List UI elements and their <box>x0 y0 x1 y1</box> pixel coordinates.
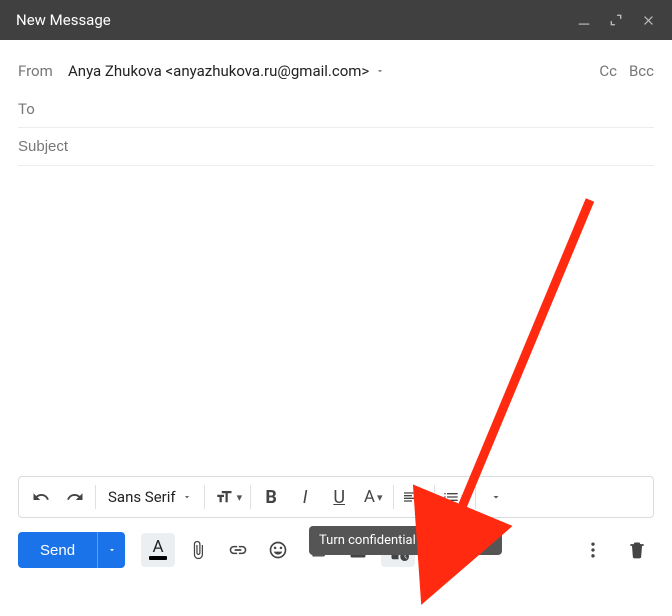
paperclip-icon <box>188 540 208 560</box>
message-body[interactable] <box>0 166 672 476</box>
italic-button[interactable]: I <box>289 481 321 513</box>
font-selector[interactable]: Sans Serif <box>100 488 200 506</box>
titlebar-controls <box>577 13 656 28</box>
align-button[interactable]: ▾ <box>398 481 430 513</box>
attach-file-button[interactable] <box>181 533 215 567</box>
discard-draft-button[interactable] <box>620 533 654 567</box>
subject-row[interactable] <box>18 128 654 166</box>
emoji-icon <box>268 540 288 560</box>
more-options-button[interactable] <box>576 533 610 567</box>
formatting-toolbar: Sans Serif ▾ B I U A▾ ▾ ▾ Turn confident… <box>18 476 654 518</box>
compose-titlebar: New Message <box>0 0 672 40</box>
more-vert-icon <box>583 540 603 560</box>
send-options-button[interactable] <box>97 532 125 568</box>
chevron-down-icon <box>490 491 502 503</box>
from-value[interactable]: Anya Zhukova <anyazhukova.ru@gmail.com> <box>68 62 385 80</box>
bcc-button[interactable]: Bcc <box>629 62 654 80</box>
expand-icon[interactable] <box>609 13 623 27</box>
compose-title: New Message <box>16 11 111 29</box>
text-color-button[interactable]: A▾ <box>357 481 389 513</box>
from-label: From <box>18 62 60 80</box>
minimize-icon[interactable] <box>577 13 591 27</box>
chevron-down-icon <box>375 66 385 76</box>
insert-emoji-button[interactable] <box>261 533 295 567</box>
more-formatting-button[interactable] <box>480 481 512 513</box>
link-icon <box>228 540 248 560</box>
insert-link-button[interactable] <box>221 533 255 567</box>
trash-icon <box>627 540 647 560</box>
to-input[interactable] <box>68 100 654 117</box>
underline-button[interactable]: U <box>323 481 355 513</box>
redo-button[interactable] <box>59 481 91 513</box>
formatting-toggle[interactable]: A <box>141 533 175 567</box>
cc-button[interactable]: Cc <box>599 62 617 80</box>
bold-button[interactable]: B <box>255 481 287 513</box>
to-label: To <box>18 100 60 118</box>
font-size-button[interactable]: ▾ <box>209 481 247 513</box>
chevron-down-icon <box>107 545 117 555</box>
list-button[interactable]: ▾ <box>439 481 471 513</box>
to-row[interactable]: To <box>18 90 654 128</box>
undo-button[interactable] <box>25 481 57 513</box>
cc-bcc: Cc Bcc <box>599 62 654 80</box>
from-row: From Anya Zhukova <anyazhukova.ru@gmail.… <box>18 52 654 90</box>
confidential-tooltip: Turn confidential mode on/off <box>309 526 502 555</box>
chevron-down-icon <box>182 492 192 502</box>
compose-header: From Anya Zhukova <anyazhukova.ru@gmail.… <box>0 40 672 166</box>
send-group: Send <box>18 532 125 568</box>
close-icon[interactable] <box>641 13 656 28</box>
send-button[interactable]: Send <box>18 532 97 568</box>
subject-input[interactable] <box>18 138 654 155</box>
